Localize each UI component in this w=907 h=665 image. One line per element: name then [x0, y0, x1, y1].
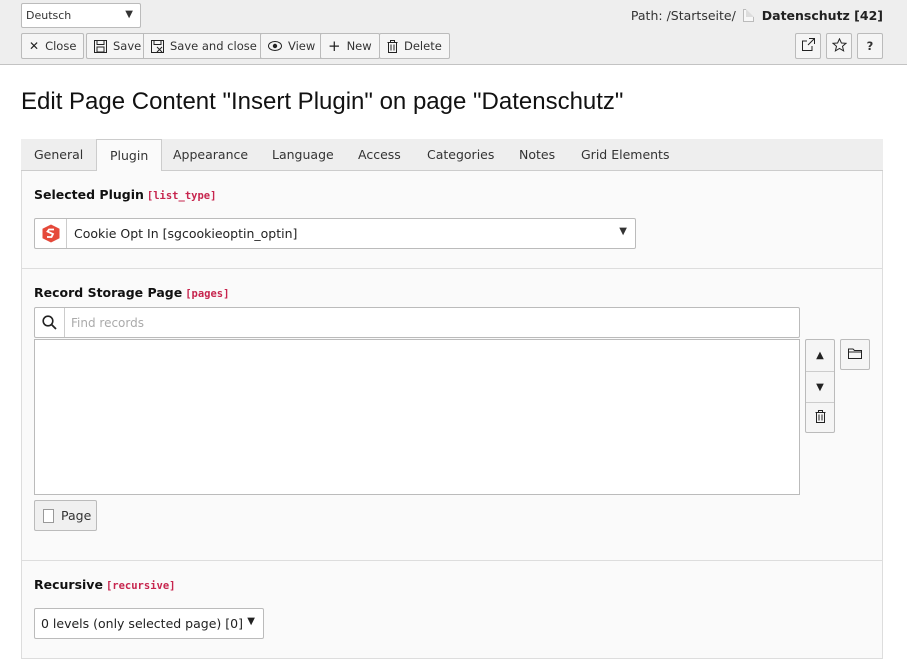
page-icon: [43, 508, 54, 523]
delete-label: Delete: [404, 39, 442, 53]
add-page-label: Page: [61, 508, 92, 523]
bookmark-button[interactable]: [826, 33, 852, 59]
language-select[interactable]: Deutsch ▼: [21, 3, 141, 28]
tab-language[interactable]: Language: [259, 139, 347, 171]
chevron-down-icon: ▼: [619, 226, 627, 237]
add-page-button[interactable]: Page: [34, 500, 97, 531]
save-button[interactable]: Save: [86, 33, 149, 59]
delete-button[interactable]: Delete: [379, 33, 450, 59]
new-button[interactable]: + New: [320, 33, 380, 59]
view-button[interactable]: View: [260, 33, 324, 59]
view-label: View: [288, 39, 316, 53]
help-label: ?: [866, 39, 874, 53]
selected-plugin-label-text: Selected Plugin: [34, 187, 144, 202]
tab-access[interactable]: Access: [345, 139, 414, 171]
search-icon: [35, 308, 65, 337]
plus-icon: +: [328, 37, 341, 55]
arrow-up-icon: ▲: [816, 350, 824, 361]
record-storage-label-text: Record Storage Page: [34, 285, 183, 300]
remove-record-button[interactable]: [806, 402, 834, 433]
tab-categories[interactable]: Categories: [414, 139, 507, 171]
arrow-down-icon: ▼: [816, 381, 824, 393]
recursive-section: Recursive [recursive] 0 levels (only sele…: [21, 561, 883, 659]
breadcrumb: Path: /Startseite/ Datenschutz [42]: [631, 8, 883, 23]
doc-header: Deutsch ▼ Path: /Startseite/ Datenschutz…: [0, 0, 907, 65]
save-icon: [94, 39, 107, 53]
selected-plugin-section: Selected Plugin [list_type] Cookie Opt In…: [21, 171, 883, 269]
tab-plugin[interactable]: Plugin: [96, 139, 163, 172]
record-storage-key: [pages]: [185, 288, 230, 300]
save-label: Save: [113, 39, 142, 53]
save-and-close-button[interactable]: Save and close: [143, 33, 265, 59]
find-records-field[interactable]: Find records: [34, 307, 800, 338]
recursive-select[interactable]: 0 levels (only selected page) [0] ▼: [34, 608, 264, 639]
save-close-label: Save and close: [170, 39, 257, 53]
tab-bar: General Plugin Appearance Language Acces…: [21, 139, 883, 172]
recursive-key: [recursive]: [105, 580, 176, 592]
tab-notes[interactable]: Notes: [506, 139, 568, 171]
external-link-icon: [801, 38, 815, 54]
recursive-label: Recursive [recursive]: [34, 577, 175, 592]
move-down-button[interactable]: ▼: [806, 371, 834, 402]
recursive-select-value: 0 levels (only selected page) [0]: [41, 616, 243, 631]
save-close-icon: [151, 39, 164, 53]
trash-icon: [815, 410, 826, 426]
record-order-buttons: ▲ ▼: [805, 339, 835, 433]
close-icon: ✕: [29, 39, 40, 53]
open-new-window-button[interactable]: [795, 33, 821, 59]
language-value: Deutsch: [26, 9, 72, 22]
move-up-button[interactable]: ▲: [806, 340, 834, 371]
star-icon: [831, 37, 847, 55]
plugin-select[interactable]: Cookie Opt In [sgcookieoptin_optin] ▼: [34, 218, 636, 249]
record-storage-label: Record Storage Page [pages]: [34, 285, 229, 300]
folder-icon: [848, 348, 862, 362]
path-prefix: Path: /Startseite/: [630, 8, 736, 23]
help-button[interactable]: ?: [857, 33, 883, 59]
page-icon: [742, 9, 754, 22]
plugin-select-value: Cookie Opt In [sgcookieoptin_optin]: [74, 226, 298, 241]
tab-grid-elements[interactable]: Grid Elements: [568, 139, 682, 171]
tab-general[interactable]: General: [21, 139, 96, 171]
page-title: Edit Page Content "Insert Plugin" on pag…: [21, 88, 624, 115]
selected-plugin-label: Selected Plugin [list_type]: [34, 187, 216, 202]
record-storage-section: Record Storage Page [pages] Find records …: [21, 269, 883, 561]
sgalinski-logo-icon: [35, 219, 67, 248]
tab-appearance[interactable]: Appearance: [160, 139, 261, 171]
current-page-title: Datenschutz [42]: [761, 8, 883, 23]
find-records-placeholder: Find records: [71, 316, 144, 330]
selected-records-list[interactable]: [34, 339, 800, 495]
chevron-down-icon: ▼: [247, 616, 255, 627]
close-button[interactable]: ✕ Close: [21, 33, 85, 59]
chevron-down-icon: ▼: [125, 9, 133, 20]
recursive-label-text: Recursive: [34, 577, 103, 592]
trash-icon: [387, 39, 398, 53]
close-label: Close: [45, 39, 77, 53]
eye-icon: [268, 41, 282, 51]
browse-records-button[interactable]: [840, 339, 870, 370]
new-label: New: [346, 39, 372, 53]
selected-plugin-key: [list_type]: [146, 190, 217, 202]
